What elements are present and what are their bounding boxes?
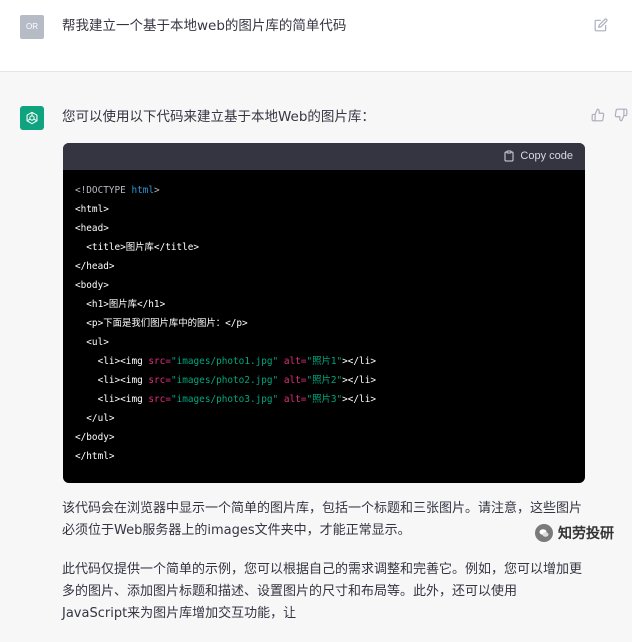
edit-icon[interactable] [594, 18, 608, 32]
code-tag: <h1>图片库</h1> [75, 299, 166, 310]
code-line: <li><img src="images/photo3.jpg" alt="照片… [75, 390, 585, 409]
code-line: <li><img src="images/photo1.jpg" alt="照片… [75, 352, 585, 371]
code-string: "照片3" [306, 394, 343, 405]
code-tag: <p>下面是我们图片库中的图片：</p> [75, 318, 248, 329]
code-attribute: src= [148, 356, 171, 367]
code-tag: <li><img [75, 394, 149, 405]
code-line: </html> [75, 447, 585, 466]
watermark-text: 知劳投研 [558, 526, 614, 542]
code-attribute: alt= [278, 375, 307, 386]
user-message-text: 帮我建立一个基于本地web的图片库的简单代码 [62, 18, 347, 34]
code-tag: <ul> [75, 337, 109, 348]
user-message-row: OR 帮我建立一个基于本地web的图片库的简单代码 [0, 0, 632, 72]
assistant-intro-text: 您可以使用以下代码来建立基于本地Web的图片库： [62, 109, 375, 125]
assistant-message-row: 您可以使用以下代码来建立基于本地Web的图片库： Copy code <!DOC… [0, 72, 632, 642]
code-tag: <li><img [75, 375, 149, 386]
code-line: <head> [75, 219, 585, 238]
code-line: </body> [75, 428, 585, 447]
code-line: <h1>图片库</h1> [75, 295, 585, 314]
code-doctype: <!DOCTYPE html> [75, 185, 160, 196]
code-content: <!DOCTYPE html> <html> <head> <title>图片库</… [63, 170, 585, 466]
thumbs-up-icon[interactable] [591, 108, 605, 122]
code-attribute: alt= [278, 356, 307, 367]
code-tag: <li><img [75, 356, 149, 367]
feedback-buttons [591, 108, 628, 122]
code-tag: ></li> [342, 375, 376, 386]
code-line: <p>下面是我们图片库中的图片：</p> [75, 314, 585, 333]
code-tag: </head> [75, 261, 115, 272]
openai-logo-icon [26, 111, 38, 125]
code-tag: <html> [75, 204, 109, 215]
code-tag: </body> [75, 432, 115, 443]
code-string: "images/photo2.jpg" [170, 375, 279, 386]
code-tag: <head> [75, 223, 109, 234]
code-line: </ul> [75, 409, 585, 428]
code-block: Copy code <!DOCTYPE html> <html> <head> <t… [63, 143, 585, 483]
watermark: 知劳投研 [535, 523, 614, 543]
code-string: "images/photo3.jpg" [170, 394, 279, 405]
copy-code-label: Copy code [520, 150, 573, 162]
code-line: <body> [75, 276, 585, 295]
user-avatar: OR [20, 15, 44, 39]
suggestion-paragraph: 此代码仅提供一个简单的示例，您可以根据自己的需求调整和完善它。例如，您可以增加更… [62, 562, 583, 621]
code-block-header: Copy code [63, 143, 585, 170]
code-string: "images/photo1.jpg" [170, 356, 279, 367]
code-attribute: src= [148, 394, 171, 405]
copy-code-button[interactable]: Copy code [503, 148, 573, 164]
thumbs-down-icon[interactable] [614, 108, 628, 122]
code-attribute: alt= [278, 394, 307, 405]
code-line: <ul> [75, 333, 585, 352]
clipboard-icon [504, 150, 514, 162]
code-tag: </ul> [75, 413, 115, 424]
code-tag: <body> [75, 280, 109, 291]
code-tag: </html> [75, 451, 115, 462]
code-line: </head> [75, 257, 585, 276]
code-tag: <title>图片库</title> [75, 242, 200, 253]
code-string: "照片2" [306, 375, 343, 386]
code-attribute: src= [148, 375, 171, 386]
code-line: <title>图片库</title> [75, 238, 585, 257]
code-line: <!DOCTYPE html> [75, 181, 585, 200]
code-string: "照片1" [306, 356, 343, 367]
explanation-paragraph: 该代码会在浏览器中显示一个简单的图片库，包括一个标题和三张图片。请注意，这些图片… [62, 501, 583, 538]
code-tag: ></li> [342, 394, 376, 405]
code-line: <html> [75, 200, 585, 219]
code-tag: ></li> [342, 356, 376, 367]
code-line: <li><img src="images/photo2.jpg" alt="照片… [75, 371, 585, 390]
wechat-icon [535, 524, 553, 542]
assistant-avatar [20, 106, 44, 130]
